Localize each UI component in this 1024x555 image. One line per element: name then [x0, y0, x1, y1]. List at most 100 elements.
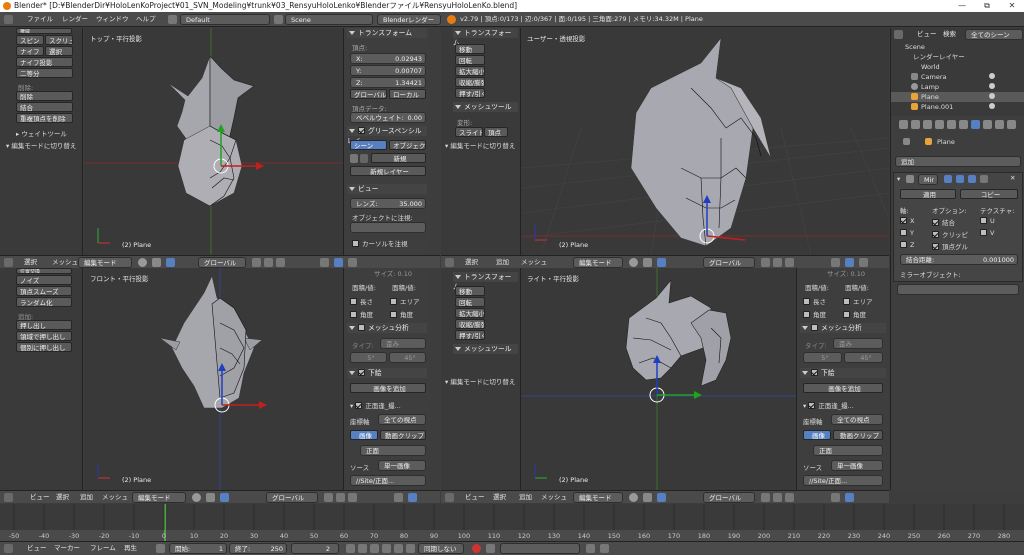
viewport-user[interactable]: ユーザー・透視投影 (2) Plane [521, 28, 889, 255]
modifier-editmode-icon[interactable] [968, 175, 976, 183]
shrink-fatten-button[interactable]: 収縮/膨張 [455, 77, 485, 87]
add-image-button[interactable]: 画像を追加 [350, 383, 426, 393]
transform-tools-header[interactable]: トランスフォーム [453, 272, 518, 291]
lens-field[interactable]: レンズ: 35.000 [350, 198, 426, 209]
scene-select[interactable]: Scene [285, 14, 373, 25]
vertex-select-icon[interactable] [761, 258, 770, 267]
layers-tab-icon[interactable] [911, 120, 920, 129]
menu-mesh[interactable]: メッシュ [102, 492, 128, 503]
axis-y-checkbox[interactable]: Y [900, 228, 914, 237]
mode-select[interactable]: 編集モード [78, 257, 132, 268]
bevel-weight-field[interactable]: ベベルウェイト: 0.00 [350, 112, 426, 123]
viewport-right[interactable]: ライト・平行投影 (2) Plane [521, 268, 796, 490]
dissolve-select[interactable]: 結合 [16, 102, 73, 112]
edge-select-icon[interactable] [264, 258, 273, 267]
menu-file[interactable]: ファイル [27, 14, 53, 25]
play-reverse-icon[interactable] [370, 544, 379, 553]
jump-end-icon[interactable] [406, 544, 415, 553]
knife-button[interactable]: ナイフ [16, 46, 44, 56]
edge-length-checkbox[interactable]: 長さ [803, 296, 826, 306]
mesh-analysis-header[interactable]: メッシュ分析 [347, 323, 427, 333]
add-modifier-select[interactable]: 追加 [895, 156, 1021, 167]
analysis-type-select[interactable]: 歪み [380, 338, 426, 349]
rotate-button[interactable]: 回転 [455, 55, 485, 65]
modifier-remove-icon[interactable]: ✕ [1010, 174, 1015, 182]
manipulator-icon[interactable] [220, 493, 229, 502]
editor-type-icon[interactable] [4, 258, 13, 267]
menu-select[interactable]: 選択 [56, 492, 69, 503]
outliner-row-world[interactable]: World [891, 62, 1024, 72]
randomize-button[interactable]: ランダム化 [16, 297, 72, 307]
background-entry[interactable]: ▾ 正面逢_撮... [803, 400, 854, 410]
mesh-tools-header[interactable]: メッシュツール [453, 344, 518, 354]
snap-icon[interactable] [394, 493, 403, 502]
grease-pencil-header[interactable]: グリースペンシルレイ [347, 126, 427, 145]
movie-clip-button[interactable]: 動画クリップ [380, 430, 426, 440]
snap-icon[interactable] [831, 493, 840, 502]
outliner-menu-view[interactable]: ビュー [917, 29, 937, 40]
edge-angle-checkbox[interactable]: 角度 [803, 309, 826, 319]
edge-length-checkbox[interactable]: 長さ [350, 296, 373, 306]
scale-button[interactable]: 拡大縮小 [455, 66, 485, 76]
menu-select[interactable]: 選択 [24, 257, 37, 268]
minimize-button[interactable]: — [950, 0, 974, 12]
pivot-icon[interactable] [206, 493, 215, 502]
editor-type-icon[interactable] [4, 493, 13, 502]
face-select-icon[interactable] [785, 493, 794, 502]
menu-view[interactable]: ビュー [465, 492, 485, 503]
menu-view[interactable]: ビュー [30, 492, 50, 503]
modifier-cage-icon[interactable] [980, 175, 988, 183]
bisect-button[interactable]: 二等分 [16, 68, 73, 78]
remove-doubles-button[interactable]: 重複頂点を削除 [16, 113, 73, 123]
menu-mesh[interactable]: メッシュ [521, 257, 547, 268]
viewport-top[interactable]: トップ・平行投影 (2) Plane [84, 28, 343, 255]
mirror-object-field[interactable] [897, 284, 1019, 295]
manipulator-icon[interactable] [166, 258, 175, 267]
weight-tools-header[interactable]: ▸ ウェイトツール [16, 128, 67, 138]
menu-add[interactable]: 追加 [519, 492, 532, 503]
orientation-select[interactable]: グローバル [266, 492, 318, 503]
mode-select[interactable]: 編集モード [573, 492, 623, 503]
prev-keyframe-icon[interactable] [358, 544, 367, 553]
extrude-individual-button[interactable]: 個別に押し出し [16, 342, 72, 352]
texture-v-checkbox[interactable]: V [980, 228, 994, 237]
background-images-header[interactable]: 下絵 [347, 368, 427, 378]
edge-select-icon[interactable] [336, 493, 345, 502]
face-select-icon[interactable] [785, 258, 794, 267]
layout-select[interactable]: Default [180, 14, 270, 25]
snap-icon[interactable] [831, 258, 840, 267]
object-tab-icon[interactable] [947, 120, 956, 129]
view-panel-header[interactable]: ビュー [347, 184, 427, 194]
shading-icon[interactable] [629, 258, 638, 267]
pivot-icon[interactable] [152, 258, 161, 267]
face-angle-checkbox[interactable]: 角度 [390, 309, 413, 319]
current-frame-field[interactable]: 2 [291, 543, 339, 554]
timeline[interactable]: -50 -40 -30 -20 -10 0 10 20 30 40 50 60 70 80 90 100 110… [0, 504, 1024, 541]
noise-button[interactable]: ノイズ [16, 275, 72, 285]
editor-type-icon[interactable] [445, 493, 454, 502]
snap-icon[interactable] [320, 258, 329, 267]
vertex-swap-button[interactable]: 位置交換 [16, 268, 72, 274]
face-area-checkbox[interactable]: エリア [843, 296, 873, 306]
orientation-select[interactable]: グローバル [703, 492, 755, 503]
vertex-select-icon[interactable] [324, 493, 333, 502]
mode-select[interactable]: 編集モード [132, 492, 186, 503]
shading-icon[interactable] [629, 493, 638, 502]
modifier-copy-button[interactable]: コピー [960, 189, 1018, 199]
layers-icon[interactable] [859, 258, 868, 267]
constraints-tab-icon[interactable] [959, 120, 968, 129]
visibility-eye-icon[interactable] [989, 93, 995, 99]
material-tab-icon[interactable] [995, 120, 1004, 129]
edge-angle-checkbox[interactable]: 角度 [350, 309, 373, 319]
scene-tab-icon[interactable] [923, 120, 932, 129]
texture-u-checkbox[interactable]: U [980, 216, 995, 225]
analysis-min-field[interactable]: 5° [803, 352, 842, 363]
visibility-eye-icon[interactable] [989, 103, 995, 109]
vertex-select-icon[interactable] [252, 258, 261, 267]
gp-new-layer-button[interactable]: 新規レイヤー [350, 166, 426, 176]
menu-help[interactable]: ヘルプ [136, 14, 156, 25]
shading-icon[interactable] [138, 258, 147, 267]
gp-scene-button[interactable]: シーン [350, 140, 387, 150]
local-button[interactable]: ローカル [389, 89, 426, 99]
movie-clip-button[interactable]: 動画クリップ [833, 430, 883, 440]
